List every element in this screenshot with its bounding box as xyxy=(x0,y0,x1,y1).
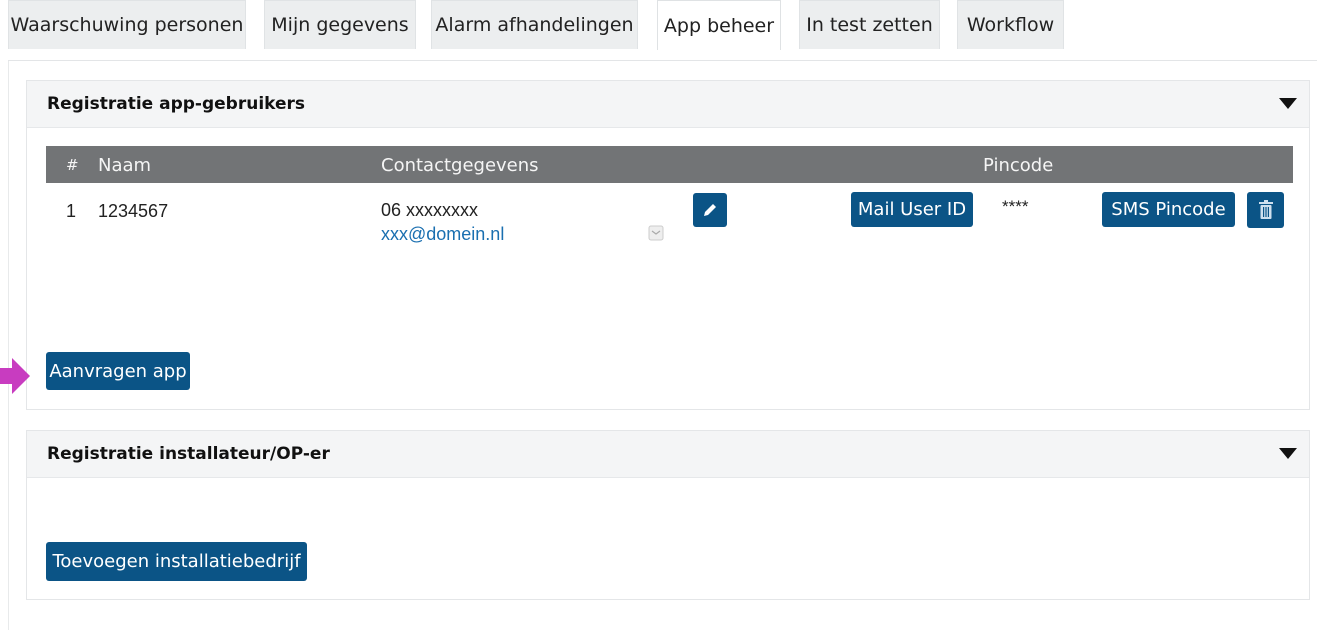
column-header-name: Naam xyxy=(98,155,152,176)
edit-button[interactable] xyxy=(693,193,727,227)
tab-waarschuwing-personen[interactable]: Waarschuwing personen xyxy=(8,0,246,49)
column-header-contact: Contactgegevens xyxy=(381,155,539,176)
panel-installer-title: Registratie installateur/OP-er xyxy=(47,444,330,464)
tab-app-beheer[interactable]: App beheer xyxy=(657,0,781,50)
envelope-icon[interactable] xyxy=(648,225,664,241)
panel-app-users: Registratie app-gebruikers # Naam Contac… xyxy=(26,80,1310,410)
panel-installer-header[interactable]: Registratie installateur/OP-er xyxy=(27,431,1309,478)
row-phone: 06 xxxxxxxx xyxy=(381,200,479,220)
column-header-pincode: Pincode xyxy=(983,155,1054,176)
trash-icon xyxy=(1258,200,1273,219)
collapse-caret-icon[interactable] xyxy=(1279,448,1297,459)
collapse-caret-icon[interactable] xyxy=(1279,98,1297,109)
sms-pincode-button[interactable]: SMS Pincode xyxy=(1102,192,1235,227)
panel-app-users-header[interactable]: Registratie app-gebruikers xyxy=(27,81,1309,128)
pencil-icon xyxy=(704,204,716,216)
pointer-arrow-icon xyxy=(0,358,30,394)
row-pincode: **** xyxy=(1002,197,1029,216)
tab-alarm-afhandelingen[interactable]: Alarm afhandelingen xyxy=(431,0,638,49)
tab-baseline xyxy=(8,60,1317,61)
content-border xyxy=(8,60,9,630)
request-app-button[interactable]: Aanvragen app xyxy=(46,352,190,390)
mail-user-id-button[interactable]: Mail User ID xyxy=(851,192,973,227)
row-name: 1234567 xyxy=(98,201,169,221)
delete-button[interactable] xyxy=(1247,192,1284,228)
tab-mijn-gegevens[interactable]: Mijn gegevens xyxy=(264,0,416,49)
add-installer-button[interactable]: Toevoegen installatiebedrijf xyxy=(46,542,307,581)
column-header-index: # xyxy=(66,156,79,174)
tab-workflow[interactable]: Workflow xyxy=(957,0,1064,49)
panel-app-users-title: Registratie app-gebruikers xyxy=(47,94,306,114)
panel-installer: Registratie installateur/OP-er Toevoegen… xyxy=(26,430,1310,600)
row-index: 1 xyxy=(66,201,77,221)
row-email-link[interactable]: xxx@domein.nl xyxy=(381,224,504,245)
app-users-table-header: # Naam Contactgegevens Pincode xyxy=(46,146,1293,183)
tab-in-test-zetten[interactable]: In test zetten xyxy=(799,0,940,49)
